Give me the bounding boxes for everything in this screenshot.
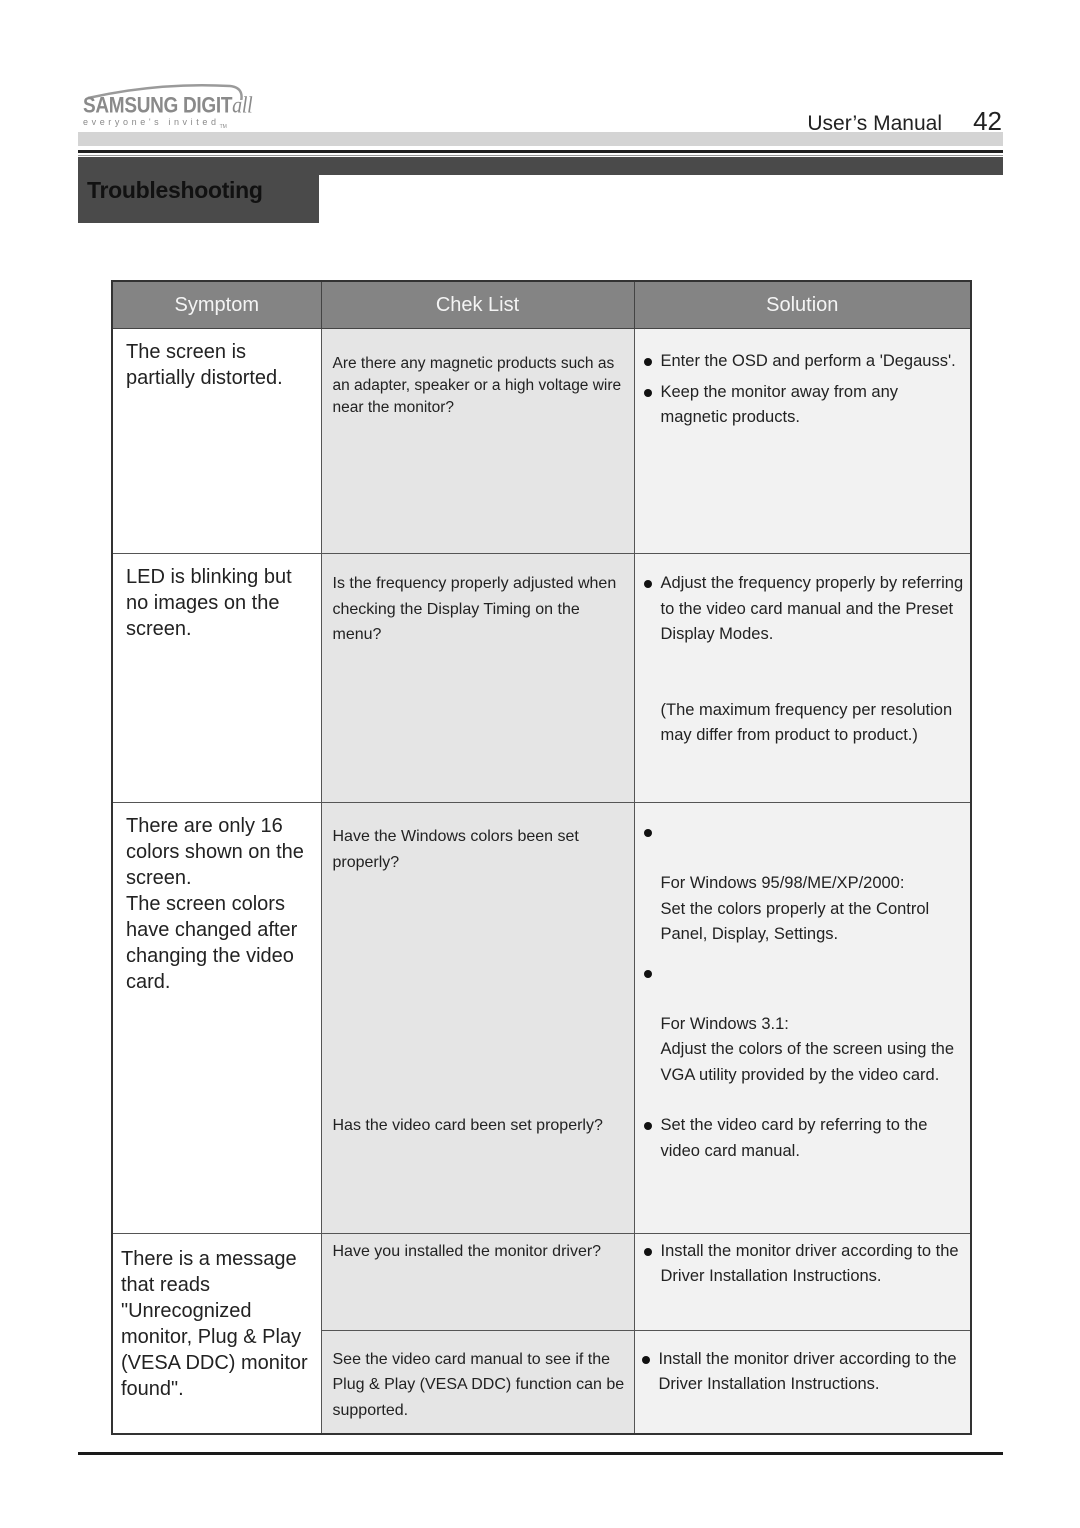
check-cell: Have you installed the monitor driver?: [320, 1232, 635, 1331]
solution-cell: Enter the OSD and perform a 'Degauss'. K…: [633, 328, 972, 554]
check-cell: Have the Windows colors been set properl…: [320, 802, 635, 1093]
solution-cell: For Windows 95/98/ME/XP/2000: Set the co…: [633, 802, 972, 1093]
troubleshooting-table: Symptom Chek List Solution The screen is…: [111, 280, 972, 1435]
bullet-icon: [643, 1122, 652, 1130]
bullet-icon: [641, 1355, 650, 1364]
bullet-icon: [643, 358, 652, 366]
symptom-cell: The screen is partially distorted.: [111, 328, 322, 554]
footer-rule: [78, 1452, 1003, 1455]
bullet-icon: [643, 1247, 652, 1256]
logo-tagline: everyone's invitedTM: [83, 117, 227, 130]
bullet-icon: [643, 969, 652, 978]
solution-note: (The maximum frequency per resolution ma…: [660, 700, 953, 745]
solution-item: For Windows 95/98/ME/XP/2000: Set the co…: [643, 820, 965, 948]
table-row: The screen is partially distorted. Are t…: [111, 328, 972, 554]
header-rule-thin: [78, 155, 1003, 156]
solution-item: Keep the monitor away from any magnetic …: [643, 380, 965, 431]
table-row: There is a message that reads "Unrecogni…: [111, 1232, 972, 1435]
solution-cell: Adjust the frequency properly by referri…: [633, 553, 972, 803]
table-row: There are only 16 colors shown on the sc…: [111, 802, 972, 1234]
solution-cell: Install the monitor driver according to …: [633, 1329, 972, 1435]
symptom-cell: There is a message that reads "Unrecogni…: [111, 1232, 322, 1435]
column-header-checklist: Chek List: [320, 280, 635, 329]
solution-item: Install the monitor driver according to …: [641, 1347, 967, 1398]
solution-item: Set the video card by referring to the v…: [643, 1113, 965, 1164]
solution-item: Adjust the frequency properly by referri…: [643, 571, 965, 648]
section-bar-notch: [319, 175, 1003, 223]
samsung-logo: SAMSUNG DIGITall everyone's invitedTM: [80, 80, 253, 130]
table-header-row: Symptom Chek List Solution: [111, 280, 972, 329]
check-cell: Has the video card been set properly?: [320, 1093, 635, 1234]
check-cell: Is the frequency properly adjusted when …: [320, 553, 635, 803]
check-cell: See the video card manual to see if the …: [320, 1329, 635, 1435]
logo-brand: SAMSUNG DIGITall: [83, 93, 253, 119]
symptom-cell: There are only 16 colors shown on the sc…: [111, 802, 322, 1234]
solution-cell: Set the video card by referring to the v…: [633, 1093, 972, 1234]
section-title: Troubleshooting: [87, 177, 263, 203]
solution-item: For Windows 3.1: Adjust the colors of th…: [643, 961, 965, 1089]
symptom-cell: LED is blinking but no images on the scr…: [111, 553, 322, 803]
solution-item: Install the monitor driver according to …: [643, 1239, 965, 1290]
bullet-icon: [643, 829, 652, 837]
column-header-solution: Solution: [633, 280, 972, 329]
header-band: [78, 132, 1003, 146]
column-header-symptom: Symptom: [111, 280, 322, 329]
table-row: LED is blinking but no images on the scr…: [111, 553, 972, 803]
header-rule: [78, 150, 1003, 153]
check-cell: Are there any magnetic products such as …: [320, 328, 635, 554]
solution-item: Enter the OSD and perform a 'Degauss'.: [643, 349, 965, 375]
bullet-icon: [643, 580, 652, 588]
solution-cell: Install the monitor driver according to …: [633, 1232, 972, 1331]
bullet-icon: [643, 388, 652, 397]
